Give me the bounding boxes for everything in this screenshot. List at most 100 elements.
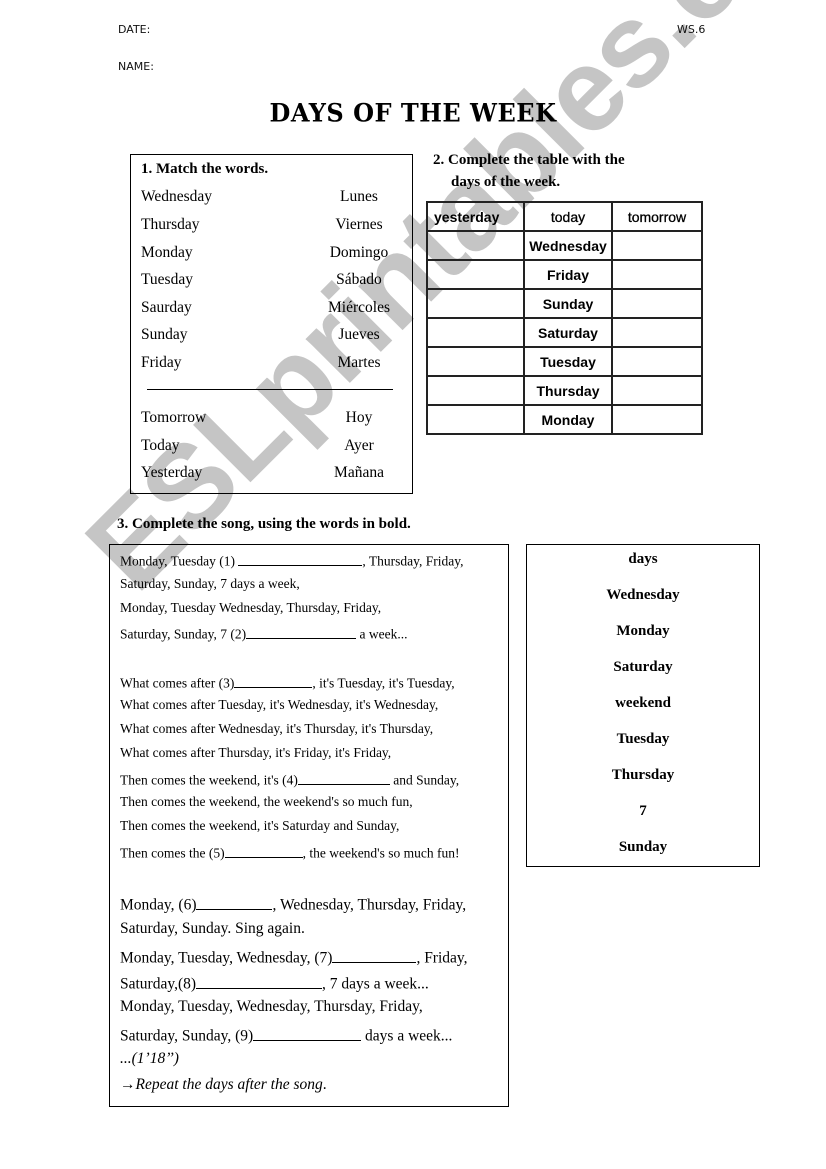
tomorrow-cell[interactable] — [611, 259, 703, 290]
tomorrow-cell[interactable] — [611, 375, 703, 406]
blank-1[interactable] — [238, 551, 363, 566]
english-word[interactable]: Friday — [141, 354, 181, 374]
english-word[interactable]: Monday — [141, 244, 193, 264]
spanish-word[interactable]: Mañana — [319, 464, 399, 484]
match-row: Tomorrow Hoy — [141, 409, 399, 429]
english-word[interactable]: Sunday — [141, 326, 188, 346]
blank-2[interactable] — [246, 624, 357, 639]
table-row: Friday — [426, 259, 703, 290]
spanish-word[interactable]: Martes — [319, 354, 399, 374]
yesterday-cell[interactable] — [426, 375, 525, 406]
spanish-word[interactable]: Viernes — [319, 216, 399, 236]
song-text: , the weekend's so much fun! — [302, 845, 460, 861]
divider — [147, 389, 393, 390]
song-line: Then comes the weekend, it's Saturday an… — [120, 818, 400, 833]
match-row: Sunday Jueves — [141, 326, 399, 346]
song-text: , Friday, — [416, 949, 468, 967]
song-text: and Sunday, — [389, 772, 460, 788]
song-text: Saturday, Sunday, 7 (2) — [120, 626, 247, 642]
song-text: Monday, Tuesday, Wednesday, (7) — [120, 949, 333, 967]
yesterday-cell[interactable] — [426, 230, 525, 261]
english-word[interactable]: Today — [141, 437, 180, 457]
bank-word: Thursday — [611, 767, 675, 783]
song-line: Saturday, Sunday, 7 (2) a week... — [120, 624, 407, 643]
today-cell: Friday — [523, 259, 613, 290]
yesterday-cell[interactable] — [426, 317, 525, 348]
blank-3[interactable] — [234, 673, 313, 688]
bank-word: Saturday — [613, 659, 673, 675]
match-row: Today Ayer — [141, 437, 399, 457]
blank-9[interactable] — [253, 1024, 362, 1041]
song-line: Monday, Tuesday, Wednesday, (7) , Friday, — [120, 946, 468, 968]
instruction-text: Repeat the days after the song — [135, 1076, 323, 1093]
song-box: Monday, Tuesday (1) , Thursday, Friday, … — [109, 544, 509, 1107]
today-cell: Wednesday — [523, 230, 613, 261]
song-text: Then comes the (5) — [120, 845, 225, 861]
song-text: Saturday, Sunday, (9) — [120, 1027, 254, 1045]
today-cell: Tuesday — [523, 346, 613, 377]
blank-6[interactable] — [196, 893, 273, 910]
song-text: Monday, Tuesday (1) — [120, 553, 239, 569]
table-row: Tuesday — [426, 346, 703, 377]
word-bank: days Wednesday Monday Saturday weekend T… — [526, 544, 760, 867]
english-word[interactable]: Tuesday — [141, 271, 193, 291]
days-table: yesterday today tomorrow Wednesday Frida… — [426, 201, 703, 435]
spanish-word[interactable]: Hoy — [319, 409, 399, 429]
song-line: Saturday,(8) , 7 days a week... — [120, 972, 429, 994]
spanish-word[interactable]: Miércoles — [319, 299, 399, 319]
song-line: Then comes the weekend, the weekend's so… — [120, 794, 413, 809]
task2-heading: 2. Complete the table with the days of t… — [433, 149, 693, 193]
song-line: Monday, (6) , Wednesday, Thursday, Friday… — [120, 893, 466, 915]
name-label: NAME: — [118, 60, 154, 73]
bank-word: 7 — [639, 803, 647, 819]
english-word[interactable]: Wednesday — [141, 188, 212, 208]
yesterday-cell[interactable] — [426, 288, 525, 319]
match-row: Thursday Viernes — [141, 216, 399, 236]
bank-word: Tuesday — [616, 731, 670, 747]
blank-8[interactable] — [196, 972, 323, 989]
spanish-word[interactable]: Ayer — [319, 437, 399, 457]
match-row: Wednesday Lunes — [141, 188, 399, 208]
yesterday-cell[interactable] — [426, 259, 525, 290]
song-line: Saturday, Sunday, (9) days a week... — [120, 1024, 452, 1046]
song-text: , 7 days a week... — [322, 975, 429, 993]
bank-word: Monday — [616, 623, 670, 639]
song-line: Monday, Tuesday Wednesday, Thursday, Fri… — [120, 600, 382, 615]
tomorrow-cell[interactable] — [611, 317, 703, 348]
yesterday-cell[interactable] — [426, 404, 525, 435]
blank-5[interactable] — [224, 843, 303, 858]
tomorrow-cell[interactable] — [611, 230, 703, 261]
song-text: What comes after (3) — [120, 675, 235, 691]
english-word[interactable]: Tomorrow — [141, 409, 206, 429]
task2-heading-line1: 2. Complete the table with the — [433, 152, 625, 168]
today-cell: Monday — [523, 404, 613, 435]
english-word[interactable]: Thursday — [141, 216, 200, 236]
song-line: Monday, Tuesday, Wednesday, Thursday, Fr… — [120, 998, 423, 1015]
column-header-tomorrow: tomorrow — [611, 201, 703, 232]
song-line: What comes after Tuesday, it's Wednesday… — [120, 697, 439, 712]
song-text: , Thursday, Friday, — [362, 553, 464, 569]
bank-word: days — [628, 551, 658, 567]
tomorrow-cell[interactable] — [611, 404, 703, 435]
tomorrow-cell[interactable] — [611, 346, 703, 377]
yesterday-cell[interactable] — [426, 346, 525, 377]
song-line: Then comes the (5) , the weekend's so muc… — [120, 843, 460, 862]
bank-word: weekend — [615, 695, 671, 711]
tomorrow-cell[interactable] — [611, 288, 703, 319]
song-text: , it's Tuesday, it's Tuesday, — [312, 675, 455, 691]
english-word[interactable]: Saurday — [141, 299, 192, 319]
blank-4[interactable] — [297, 770, 390, 785]
spanish-word[interactable]: Jueves — [319, 326, 399, 346]
blank-7[interactable] — [332, 946, 417, 963]
column-header-yesterday: yesterday — [426, 201, 525, 232]
table-row: Sunday — [426, 288, 703, 319]
spanish-word[interactable]: Domingo — [319, 244, 399, 264]
spanish-word[interactable]: Sábado — [319, 271, 399, 291]
song-text: , Wednesday, Thursday, Friday, — [272, 896, 467, 914]
task3-heading: 3. Complete the song, using the words in… — [117, 516, 411, 532]
english-word[interactable]: Yesterday — [141, 464, 202, 484]
task1-heading: 1. Match the words. — [141, 161, 269, 177]
song-line: Saturday, Sunday. Sing again. — [120, 920, 305, 937]
today-cell: Saturday — [523, 317, 613, 348]
spanish-word[interactable]: Lunes — [319, 188, 399, 208]
